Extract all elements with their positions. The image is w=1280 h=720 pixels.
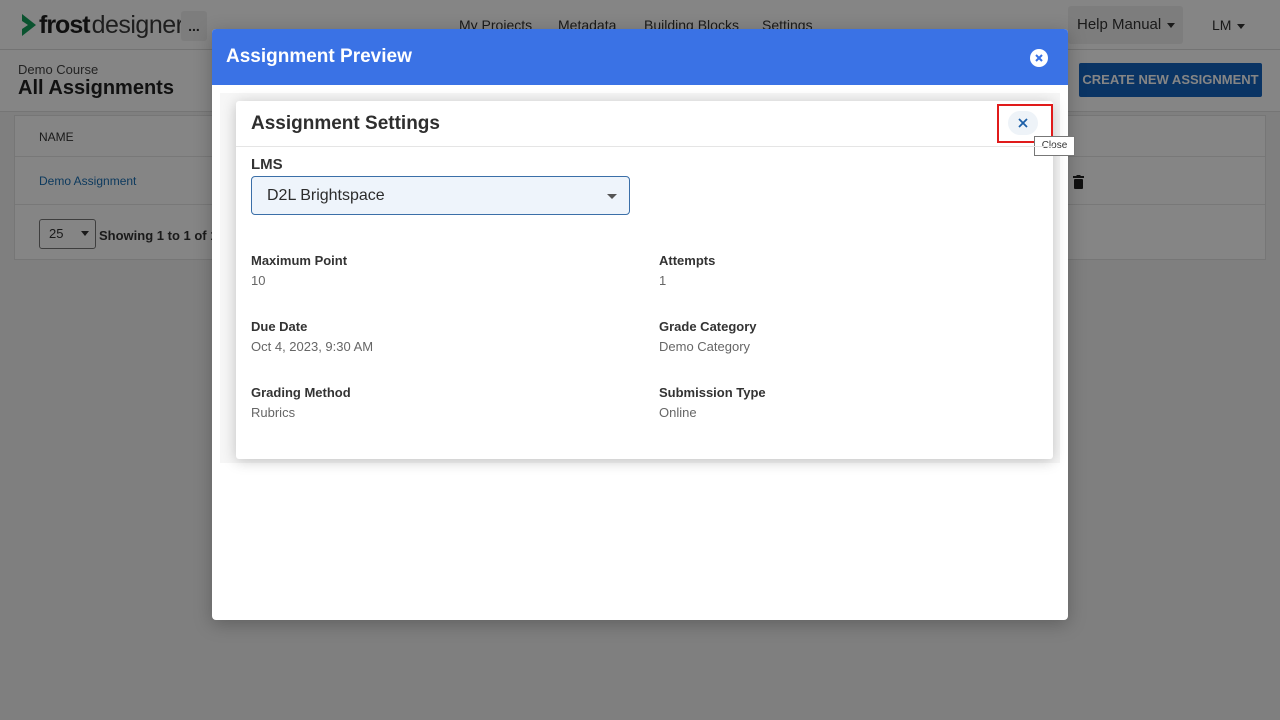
field-grading-method: Grading Method Rubrics bbox=[251, 385, 351, 420]
field-label: Grade Category bbox=[659, 319, 757, 334]
field-label: Maximum Point bbox=[251, 253, 348, 268]
assignment-settings-dialog: Assignment Settings Close LMS D2L Bright… bbox=[236, 101, 1075, 459]
field-due-date: Due Date Oct 4, 2023, 9:30 AM bbox=[251, 319, 373, 354]
lms-select-value: D2L Brightspace bbox=[267, 187, 385, 204]
field-value: 10 bbox=[251, 273, 266, 288]
field-maximum-point: Maximum Point 10 bbox=[251, 253, 347, 288]
field-grade-category: Grade Category Demo Category bbox=[659, 319, 757, 354]
divider bbox=[236, 146, 1053, 147]
preview-modal-title: Assignment Preview bbox=[226, 46, 412, 67]
field-submission-type: Submission Type Online bbox=[659, 385, 766, 420]
field-value: Oct 4, 2023, 9:30 AM bbox=[251, 339, 374, 354]
field-label: Due Date bbox=[251, 319, 308, 334]
close-icon bbox=[1035, 54, 1043, 62]
preview-modal-header: Assignment Preview bbox=[212, 29, 1068, 85]
lms-select[interactable]: D2L Brightspace bbox=[251, 176, 630, 215]
chevron-down-icon bbox=[607, 194, 617, 199]
field-value: Demo Category bbox=[659, 339, 751, 354]
field-label: Attempts bbox=[659, 253, 716, 268]
preview-close-button[interactable] bbox=[1030, 49, 1048, 67]
settings-title: Assignment Settings bbox=[251, 113, 440, 134]
field-value: 1 bbox=[659, 273, 667, 288]
field-label: Grading Method bbox=[251, 385, 351, 400]
field-value: Online bbox=[659, 405, 697, 420]
field-value: Rubrics bbox=[251, 405, 296, 420]
field-attempts: Attempts 1 bbox=[659, 253, 715, 288]
lms-label: LMS bbox=[251, 156, 283, 173]
field-label: Submission Type bbox=[659, 385, 766, 400]
